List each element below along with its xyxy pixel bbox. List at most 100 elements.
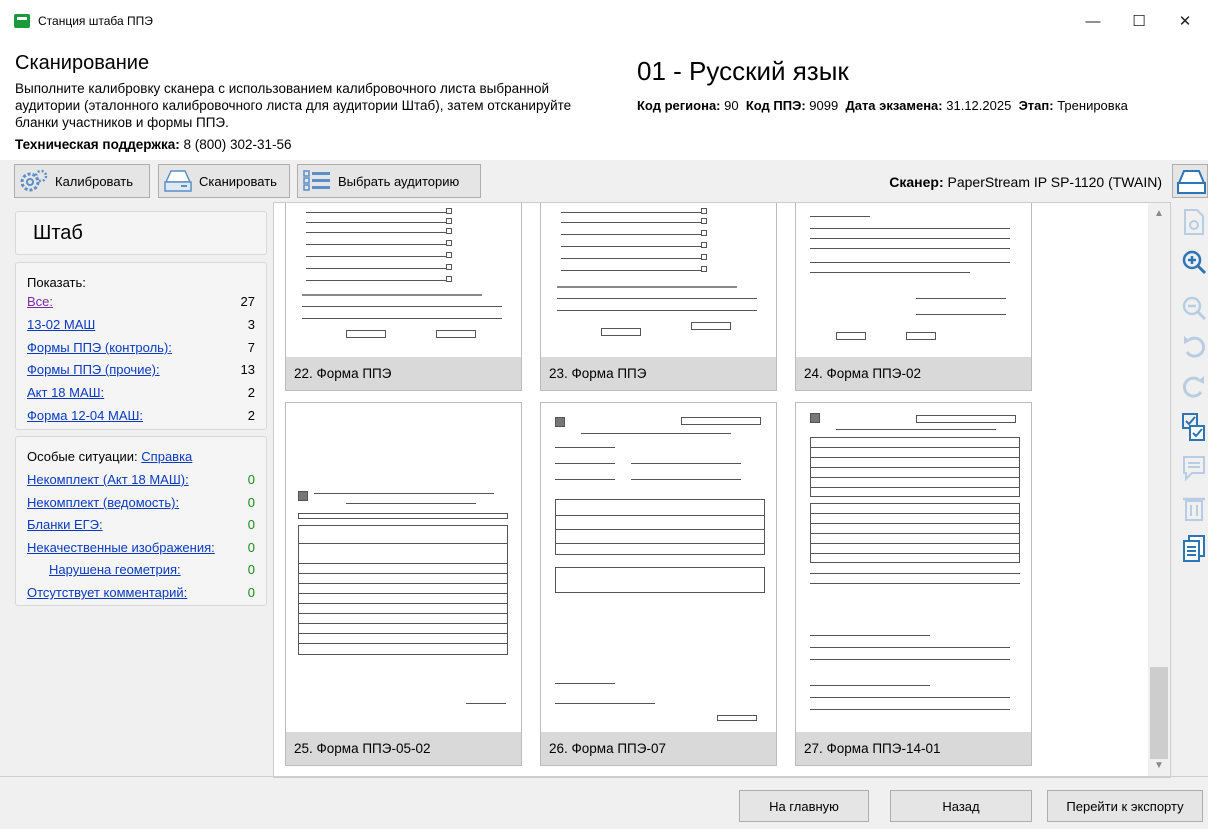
filter-link[interactable]: Формы ППЭ (прочие): bbox=[27, 362, 160, 380]
ppe-label: Код ППЭ: bbox=[745, 98, 806, 113]
document-thumbnail bbox=[541, 403, 776, 732]
date-label: Дата экзамена: bbox=[845, 98, 943, 113]
special-header: Особые ситуации: Справка bbox=[27, 449, 255, 467]
special-situations-panel: Особые ситуации: Справка Некомплект (Акт… bbox=[15, 436, 267, 606]
comment-button[interactable] bbox=[1181, 454, 1207, 484]
document-caption: 27. Форма ППЭ-14-01 bbox=[796, 732, 1031, 765]
special-item[interactable]: Некомплект (Акт 18 МАШ): 0 bbox=[27, 472, 255, 490]
special-item[interactable]: Нарушена геометрия: 0 bbox=[27, 562, 255, 580]
special-item[interactable]: Некомплект (ведомость): 0 bbox=[27, 495, 255, 513]
trash-icon bbox=[1183, 497, 1205, 521]
document-card[interactable]: 22. Форма ППЭ bbox=[285, 203, 522, 391]
home-button[interactable]: На главную bbox=[739, 790, 869, 822]
special-count: 0 bbox=[247, 562, 255, 577]
filter-count: 7 bbox=[247, 340, 255, 355]
instructions: Выполните калибровку сканера с использов… bbox=[15, 81, 572, 130]
document-card[interactable]: 23. Форма ППЭ bbox=[540, 203, 777, 391]
document-caption: 23. Форма ППЭ bbox=[541, 357, 776, 390]
support-label: Техническая поддержка: bbox=[15, 137, 180, 152]
filter-act-18[interactable]: Акт 18 МАШ: 2 bbox=[27, 385, 255, 403]
show-label: Показать: bbox=[27, 275, 86, 290]
filter-ppe-other[interactable]: Формы ППЭ (прочие): 13 bbox=[27, 362, 255, 380]
scan-button[interactable]: Сканировать bbox=[158, 164, 290, 198]
zoom-out-button[interactable] bbox=[1181, 294, 1207, 324]
region-label: Код региона: bbox=[637, 98, 721, 113]
scanner-settings-button[interactable] bbox=[1172, 164, 1208, 198]
special-link[interactable]: Некачественные изображения: bbox=[27, 540, 215, 558]
filter-link[interactable]: Формы ППЭ (контроль): bbox=[27, 340, 172, 358]
header: Сканирование Выполните калибровку сканер… bbox=[0, 42, 1208, 160]
filter-link[interactable]: Акт 18 МАШ: bbox=[27, 385, 104, 403]
document-thumbnail bbox=[796, 203, 1031, 357]
help-link[interactable]: Справка bbox=[141, 449, 192, 467]
document-card[interactable]: 27. Форма ППЭ-14-01 bbox=[795, 402, 1032, 766]
scroll-down-icon[interactable]: ▼ bbox=[1148, 757, 1170, 775]
special-count: 0 bbox=[247, 585, 255, 600]
document-thumbnail bbox=[541, 203, 776, 357]
rotate-right-icon bbox=[1183, 376, 1204, 398]
title-bar: Станция штаба ППЭ — ☐ ✕ bbox=[0, 0, 1208, 42]
special-link[interactable]: Некомплект (ведомость): bbox=[27, 495, 179, 513]
export-button[interactable]: Перейти к экспорту bbox=[1047, 790, 1203, 822]
document-caption: 25. Форма ППЭ-05-02 bbox=[286, 732, 521, 765]
filter-all-link[interactable]: Все: bbox=[27, 294, 53, 312]
zoom-out-icon bbox=[1182, 296, 1207, 321]
pages-icon bbox=[1183, 535, 1205, 562]
special-link[interactable]: Нарушена геометрия: bbox=[49, 562, 181, 580]
special-item[interactable]: Некачественные изображения: 0 bbox=[27, 540, 255, 558]
minimize-button[interactable]: — bbox=[1070, 0, 1116, 42]
special-link[interactable]: Некомплект (Акт 18 МАШ): bbox=[27, 472, 189, 490]
stage-value: Тренировка bbox=[1057, 98, 1128, 113]
room-panel: Штаб bbox=[15, 211, 267, 255]
ppe-value: 9099 bbox=[809, 98, 839, 113]
footer-divider bbox=[0, 776, 1208, 777]
document-caption: 24. Форма ППЭ-02 bbox=[796, 357, 1031, 390]
delete-button[interactable] bbox=[1181, 494, 1207, 524]
select-room-button[interactable]: Выбрать аудиторию bbox=[297, 164, 481, 198]
special-item[interactable]: Бланки ЕГЭ: 0 bbox=[27, 517, 255, 535]
filter-count: 13 bbox=[240, 362, 255, 377]
app-icon bbox=[14, 14, 30, 28]
filter-all[interactable]: Все: 27 bbox=[27, 294, 255, 312]
view-image-button[interactable] bbox=[1181, 208, 1207, 238]
document-card[interactable]: 25. Форма ППЭ-05-02 bbox=[285, 402, 522, 766]
filter-link[interactable]: 13-02 МАШ bbox=[27, 317, 95, 335]
special-item[interactable]: Отсутствует комментарий: 0 bbox=[27, 585, 255, 603]
filter-ppe-control[interactable]: Формы ППЭ (контроль): 7 bbox=[27, 340, 255, 358]
checklist-icon bbox=[302, 168, 332, 194]
maximize-button[interactable]: ☐ bbox=[1116, 0, 1162, 42]
zoom-in-icon bbox=[1182, 250, 1207, 275]
copy-pages-button[interactable] bbox=[1181, 534, 1207, 564]
scroll-up-icon[interactable]: ▲ bbox=[1148, 205, 1170, 223]
stage-label: Этап: bbox=[1018, 98, 1054, 113]
grid-scrollbar[interactable]: ▲ ▼ bbox=[1148, 203, 1170, 777]
document-view-icon bbox=[1184, 209, 1204, 235]
exam-title: 01 - Русский язык bbox=[637, 56, 849, 86]
calibrate-button[interactable]: Калибровать bbox=[14, 164, 150, 198]
document-thumbnail bbox=[286, 203, 521, 357]
document-card[interactable]: 26. Форма ППЭ-07 bbox=[540, 402, 777, 766]
rotate-left-icon bbox=[1184, 336, 1205, 358]
filter-12-04[interactable]: Форма 12-04 МАШ: 2 bbox=[27, 408, 255, 426]
document-caption: 26. Форма ППЭ-07 bbox=[541, 732, 776, 765]
special-link[interactable]: Бланки ЕГЭ: bbox=[27, 517, 103, 535]
special-count: 0 bbox=[247, 517, 255, 532]
document-card[interactable]: 24. Форма ППЭ-02 bbox=[795, 203, 1032, 391]
close-button[interactable]: ✕ bbox=[1162, 0, 1208, 42]
exam-meta: Код региона: 90 Код ППЭ: 9099 Дата экзам… bbox=[637, 98, 1128, 113]
rotate-left-button[interactable] bbox=[1181, 332, 1207, 362]
mark-checked-button[interactable] bbox=[1181, 412, 1207, 442]
special-link[interactable]: Отсутствует комментарий: bbox=[27, 585, 187, 603]
back-button[interactable]: Назад bbox=[890, 790, 1032, 822]
filter-link[interactable]: Форма 12-04 МАШ: bbox=[27, 408, 143, 426]
filter-count: 3 bbox=[247, 317, 255, 332]
room-name: Штаб bbox=[33, 222, 83, 244]
rotate-right-button[interactable] bbox=[1181, 372, 1207, 402]
scroll-thumb[interactable] bbox=[1150, 667, 1168, 759]
scanner-label: Сканер: bbox=[889, 174, 944, 190]
scanner-settings-icon bbox=[1177, 170, 1206, 194]
select-room-label: Выбрать аудиторию bbox=[338, 173, 460, 189]
zoom-in-button[interactable] bbox=[1181, 248, 1207, 278]
filter-13-02[interactable]: 13-02 МАШ 3 bbox=[27, 317, 255, 335]
special-count: 0 bbox=[247, 540, 255, 555]
